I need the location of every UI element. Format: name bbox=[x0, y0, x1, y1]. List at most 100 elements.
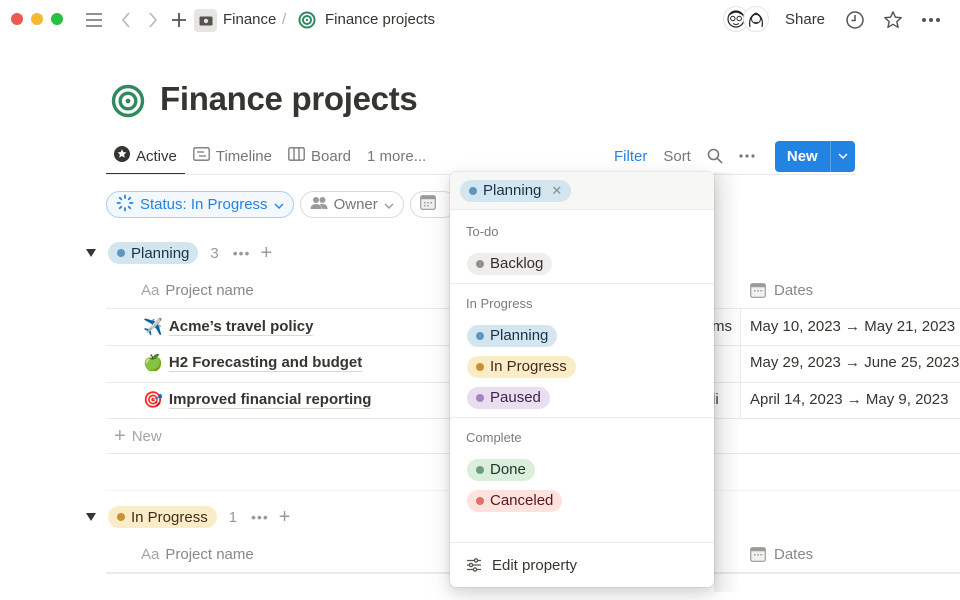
forward-arrow-icon[interactable] bbox=[145, 9, 161, 31]
target-emoji-icon: 🎯 bbox=[143, 392, 163, 409]
column-header-project-name[interactable]: Aa Project name bbox=[141, 536, 254, 572]
chip-label: Owner bbox=[333, 196, 378, 213]
project-name-cell[interactable]: 🎯 Improved financial reporting bbox=[143, 390, 372, 410]
status-spinner-icon bbox=[116, 194, 134, 216]
column-header-dates[interactable]: Dates bbox=[750, 536, 813, 572]
tab-label: Active bbox=[136, 147, 177, 165]
collaborator-avatars[interactable] bbox=[723, 6, 769, 32]
favorite-star-icon[interactable] bbox=[882, 9, 904, 31]
chip-label: Status: In Progress bbox=[140, 196, 268, 213]
filter-button[interactable]: Filter bbox=[606, 148, 655, 165]
status-label: Paused bbox=[490, 389, 541, 406]
option-planning[interactable]: Planning bbox=[450, 320, 714, 351]
section-in-progress: In Progress Planning In Progress Paused bbox=[450, 284, 714, 418]
tab-label: 1 more... bbox=[367, 147, 427, 165]
group-more-icon[interactable]: ••• bbox=[251, 509, 269, 525]
status-dot bbox=[476, 465, 484, 474]
group-header-in-progress: In Progress 1 ••• + bbox=[86, 505, 290, 529]
remove-x-icon[interactable]: ✕ bbox=[551, 183, 562, 199]
project-name: Acme’s travel policy bbox=[168, 318, 314, 336]
status-filter-chip[interactable]: Status: In Progress bbox=[106, 191, 294, 218]
status-pill-in-progress: In Progress bbox=[108, 506, 217, 528]
airplane-icon: ✈️ bbox=[143, 319, 163, 336]
window-close-button[interactable] bbox=[11, 13, 23, 25]
group-count: 1 bbox=[228, 508, 238, 526]
edit-property-label: Edit property bbox=[492, 556, 578, 574]
new-dropdown-chevron-icon[interactable] bbox=[829, 140, 855, 172]
text-property-icon: Aa bbox=[141, 545, 160, 563]
status-dot bbox=[476, 259, 484, 268]
tab-timeline[interactable]: Timeline bbox=[185, 138, 280, 174]
option-paused[interactable]: Paused bbox=[450, 382, 714, 413]
page-target-icon[interactable] bbox=[111, 84, 145, 118]
breadcrumb-finance[interactable]: Finance bbox=[223, 11, 276, 28]
search-icon[interactable] bbox=[699, 148, 731, 164]
group-add-plus-icon[interactable]: + bbox=[279, 506, 291, 529]
timeline-icon bbox=[193, 147, 210, 165]
status-label: Done bbox=[490, 461, 526, 478]
collapse-triangle-icon[interactable] bbox=[86, 513, 96, 521]
group-header-planning: Planning 3 ••• + bbox=[86, 241, 272, 265]
tab-board[interactable]: Board bbox=[280, 138, 359, 174]
new-button[interactable]: New bbox=[775, 141, 830, 172]
status-pill: Planning bbox=[467, 324, 558, 347]
status-label: Canceled bbox=[490, 492, 554, 509]
back-arrow-icon[interactable] bbox=[118, 9, 134, 31]
chevron-down-icon bbox=[384, 196, 394, 213]
column-header-project-name[interactable]: Aa Project name bbox=[141, 272, 254, 308]
updates-clock-icon[interactable] bbox=[844, 9, 866, 31]
tab-more-views[interactable]: 1 more... bbox=[359, 138, 434, 174]
option-canceled[interactable]: Canceled bbox=[450, 485, 714, 516]
top-bar: Finance / Finance projects Share bbox=[0, 0, 960, 40]
tab-active[interactable]: Active bbox=[106, 138, 185, 175]
group-add-plus-icon[interactable]: + bbox=[260, 242, 272, 265]
new-page-plus-icon[interactable] bbox=[170, 9, 188, 31]
section-label: To-do bbox=[466, 224, 499, 239]
column-header-dates[interactable]: Dates bbox=[750, 272, 813, 308]
add-new-row-button[interactable]: + New bbox=[114, 426, 162, 446]
column-label: Dates bbox=[774, 545, 814, 563]
status-dot bbox=[476, 331, 484, 340]
chevron-down-icon bbox=[274, 196, 284, 213]
status-dot bbox=[476, 362, 484, 371]
more-options-icon[interactable] bbox=[731, 154, 763, 158]
database-toolbar: Filter Sort New bbox=[606, 140, 855, 172]
group-more-icon[interactable]: ••• bbox=[233, 245, 251, 261]
option-in-progress[interactable]: In Progress bbox=[450, 351, 714, 382]
popup-shadow bbox=[714, 172, 742, 592]
section-to-do: To-do Backlog bbox=[450, 210, 714, 284]
selected-values-input[interactable]: Planning ✕ bbox=[450, 172, 714, 210]
section-label: Complete bbox=[466, 430, 522, 445]
dates-cell[interactable]: April 14, 2023 → May 9, 2023 bbox=[750, 391, 948, 408]
page-title[interactable]: Finance projects bbox=[160, 80, 418, 118]
window-zoom-button[interactable] bbox=[51, 13, 63, 25]
dates-cell[interactable]: May 10, 2023 → May 21, 2023 bbox=[750, 318, 955, 335]
sort-button[interactable]: Sort bbox=[655, 148, 699, 165]
option-done[interactable]: Done bbox=[450, 454, 714, 485]
new-button-group: New bbox=[774, 140, 855, 172]
owner-filter-chip[interactable]: Owner bbox=[299, 191, 404, 218]
status-pill: Done bbox=[467, 458, 535, 481]
add-new-label: New bbox=[131, 427, 162, 445]
group-count: 3 bbox=[210, 244, 219, 262]
edit-property-button[interactable]: Edit property bbox=[450, 542, 714, 587]
status-select-popup: Planning ✕ To-do Backlog In Progress Pla… bbox=[450, 172, 714, 587]
more-options-icon[interactable] bbox=[920, 9, 942, 31]
sidebar-menu-icon[interactable] bbox=[84, 9, 104, 31]
share-button[interactable]: Share bbox=[785, 11, 825, 28]
status-label: In Progress bbox=[490, 358, 567, 375]
status-label: In Progress bbox=[131, 508, 208, 526]
column-label: Project name bbox=[165, 281, 254, 299]
section-label: In Progress bbox=[466, 296, 533, 311]
breadcrumb-finance-projects[interactable]: Finance projects bbox=[325, 11, 435, 28]
option-backlog[interactable]: Backlog bbox=[450, 248, 714, 279]
dates-cell[interactable]: May 29, 2023 → June 25, 2023 bbox=[750, 354, 959, 371]
project-name-cell[interactable]: 🍏 H2 Forecasting and budget bbox=[143, 353, 363, 373]
filter-chips: Status: In Progress Owner bbox=[106, 191, 457, 218]
project-name-cell[interactable]: ✈️ Acme’s travel policy bbox=[143, 317, 314, 337]
status-dot bbox=[476, 393, 484, 402]
collapse-triangle-icon[interactable] bbox=[86, 249, 96, 257]
window-minimize-button[interactable] bbox=[31, 13, 43, 25]
status-pill: In Progress bbox=[467, 355, 576, 378]
status-pill: Paused bbox=[467, 386, 550, 409]
